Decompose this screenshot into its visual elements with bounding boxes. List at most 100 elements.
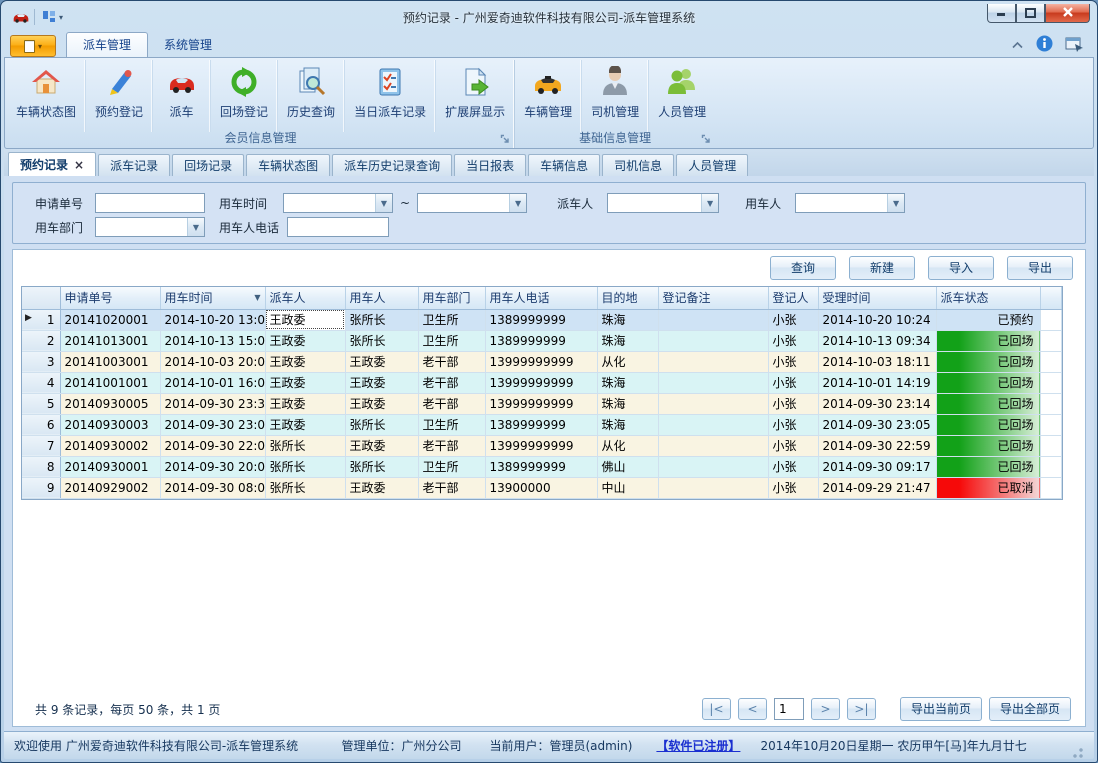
sort-filter-arrow-icon[interactable]: ▼ <box>254 293 260 302</box>
table-cell[interactable]: 老干部 <box>418 477 485 498</box>
resize-grip[interactable] <box>1070 745 1084 759</box>
table-cell[interactable]: 2014-09-29 21:47 <box>818 477 936 498</box>
passenger-phone-input[interactable] <box>287 217 389 237</box>
status-cell[interactable]: 已回场 <box>936 414 1040 435</box>
import-button[interactable]: 导入 <box>928 256 994 280</box>
table-cell[interactable]: 王政委 <box>345 393 418 414</box>
export-all-pages-button[interactable]: 导出全部页 <box>989 697 1071 721</box>
table-cell[interactable]: 小张 <box>768 393 818 414</box>
driver-manage-button[interactable]: 司机管理 <box>581 60 648 132</box>
doc-tab-history-query[interactable]: 派车历史记录查询 <box>332 154 452 176</box>
col-dispatcher[interactable]: 派车人 <box>265 287 345 309</box>
table-cell[interactable]: 2014-10-13 15:00 <box>160 330 265 351</box>
table-cell[interactable]: 1389999999 <box>485 456 597 477</box>
table-cell[interactable]: 2014-09-30 09:17 <box>818 456 936 477</box>
table-cell[interactable] <box>658 477 768 498</box>
close-tab-icon[interactable]: × <box>74 158 84 172</box>
table-cell[interactable]: 小张 <box>768 456 818 477</box>
table-cell[interactable]: 20141001001 <box>60 372 160 393</box>
table-cell[interactable]: 2014-09-30 23:30 <box>160 393 265 414</box>
col-dispatch-status[interactable]: 派车状态 <box>936 287 1040 309</box>
doc-tab-driver-info[interactable]: 司机信息 <box>602 154 674 176</box>
row-indicator[interactable]: 3 <box>22 351 60 372</box>
table-cell[interactable]: 珠海 <box>597 372 658 393</box>
col-department[interactable]: 用车部门 <box>418 287 485 309</box>
history-query-button[interactable]: 历史查询 <box>277 60 344 132</box>
table-row[interactable]: 5201409300052014-09-30 23:30王政委王政委老干部139… <box>22 393 1062 414</box>
row-indicator[interactable]: 6 <box>22 414 60 435</box>
table-cell[interactable]: 20141003001 <box>60 351 160 372</box>
return-register-button[interactable]: 回场登记 <box>210 60 277 132</box>
prev-page-button[interactable]: < <box>738 698 767 720</box>
table-cell[interactable] <box>658 456 768 477</box>
table-row[interactable]: 4201410010012014-10-01 16:00王政委王政委老干部139… <box>22 372 1062 393</box>
table-cell[interactable]: 20141020001 <box>60 309 160 330</box>
table-cell[interactable]: 20140930002 <box>60 435 160 456</box>
table-cell[interactable]: 小张 <box>768 435 818 456</box>
col-request-no[interactable]: 申请单号 <box>60 287 160 309</box>
close-button[interactable] <box>1045 4 1090 23</box>
dialog-launcher-icon[interactable] <box>701 134 712 145</box>
table-cell[interactable]: 2014-10-01 16:00 <box>160 372 265 393</box>
status-cell[interactable]: 已回场 <box>936 330 1040 351</box>
people-manage-button[interactable]: 人员管理 <box>648 60 715 132</box>
export-current-page-button[interactable]: 导出当前页 <box>900 697 982 721</box>
table-cell[interactable]: 王政委 <box>345 477 418 498</box>
table-cell[interactable]: 20140930005 <box>60 393 160 414</box>
quick-access-dropdown-icon[interactable]: ▾ <box>59 13 63 22</box>
table-cell[interactable]: 老干部 <box>418 351 485 372</box>
col-phone[interactable]: 用车人电话 <box>485 287 597 309</box>
ribbon-tab-system[interactable]: 系统管理 <box>148 33 228 57</box>
table-cell[interactable]: 2014-09-30 22:59 <box>818 435 936 456</box>
status-cell[interactable]: 已预约 <box>936 309 1040 330</box>
table-cell[interactable]: 珠海 <box>597 309 658 330</box>
table-row[interactable]: 2201410130012014-10-13 15:00王政委张所长卫生所138… <box>22 330 1062 351</box>
layout-grid-icon[interactable] <box>42 10 56 24</box>
table-cell[interactable]: 王政委 <box>265 393 345 414</box>
table-cell[interactable]: 张所长 <box>265 477 345 498</box>
doc-tab-return-records[interactable]: 回场记录 <box>172 154 244 176</box>
last-page-button[interactable]: >| <box>847 698 876 720</box>
table-cell[interactable]: 张所长 <box>265 435 345 456</box>
chevron-down-icon[interactable]: ▼ <box>375 194 392 212</box>
status-cell[interactable]: 已回场 <box>936 456 1040 477</box>
table-cell[interactable]: 珠海 <box>597 393 658 414</box>
ribbon-tab-dispatch[interactable]: 派车管理 <box>66 32 148 57</box>
table-cell[interactable]: 从化 <box>597 351 658 372</box>
table-cell[interactable]: 王政委 <box>345 372 418 393</box>
table-cell[interactable] <box>658 435 768 456</box>
table-row[interactable]: 7201409300022014-09-30 22:00张所长王政委老干部139… <box>22 435 1062 456</box>
col-accept-time[interactable]: 受理时间 <box>818 287 936 309</box>
table-cell[interactable]: 老干部 <box>418 372 485 393</box>
status-cell[interactable]: 已回场 <box>936 393 1040 414</box>
table-cell[interactable]: 中山 <box>597 477 658 498</box>
feedback-window-icon[interactable] <box>1065 36 1084 55</box>
status-cell[interactable]: 已回场 <box>936 372 1040 393</box>
row-indicator[interactable]: 9 <box>22 477 60 498</box>
app-menu-button[interactable]: ▾ <box>10 35 56 57</box>
table-cell[interactable]: 2014-10-01 14:19 <box>818 372 936 393</box>
table-cell[interactable]: 卫生所 <box>418 456 485 477</box>
table-cell[interactable] <box>658 351 768 372</box>
table-cell[interactable]: 张所长 <box>265 456 345 477</box>
row-indicator[interactable]: ▶1 <box>22 309 60 330</box>
table-cell[interactable]: 2014-09-30 23:14 <box>818 393 936 414</box>
table-cell[interactable]: 1389999999 <box>485 309 597 330</box>
table-cell[interactable]: 卫生所 <box>418 414 485 435</box>
col-registrar[interactable]: 登记人 <box>768 287 818 309</box>
next-page-button[interactable]: > <box>811 698 840 720</box>
collapse-ribbon-icon[interactable] <box>1011 38 1024 52</box>
table-cell[interactable]: 13999999999 <box>485 351 597 372</box>
table-cell[interactable]: 卫生所 <box>418 309 485 330</box>
table-cell[interactable]: 张所长 <box>345 330 418 351</box>
table-cell[interactable]: 2014-10-03 18:11 <box>818 351 936 372</box>
table-cell[interactable] <box>658 393 768 414</box>
use-time-to-combo[interactable]: ▼ <box>417 193 527 213</box>
table-cell[interactable]: 小张 <box>768 477 818 498</box>
table-cell[interactable]: 卫生所 <box>418 330 485 351</box>
vehicle-manage-button[interactable]: 车辆管理 <box>515 60 581 132</box>
table-cell[interactable]: 小张 <box>768 351 818 372</box>
table-cell[interactable]: 珠海 <box>597 414 658 435</box>
table-cell[interactable]: 王政委 <box>265 414 345 435</box>
table-cell[interactable]: 20140929002 <box>60 477 160 498</box>
